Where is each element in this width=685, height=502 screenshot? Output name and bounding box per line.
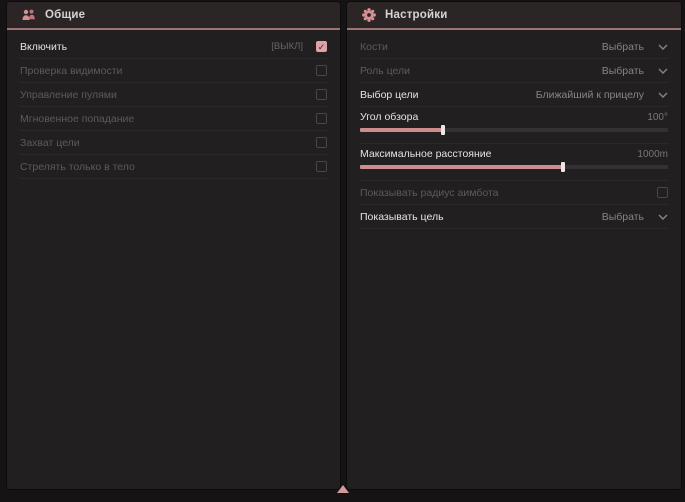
chevron-down-icon xyxy=(658,92,668,98)
row-target-selection-dropdown[interactable]: Ближайший к прицелу xyxy=(536,89,668,101)
row-fov-value: 100° xyxy=(647,112,668,123)
row-instant-hit-label: Мгновенное попадание xyxy=(20,113,134,125)
general-panel-header: Общие xyxy=(7,2,340,30)
row-show-aimbot-radius[interactable]: Показывать радиус аимбота xyxy=(359,181,669,205)
row-visibility-check[interactable]: Проверка видимости xyxy=(19,59,328,83)
row-bullet-control[interactable]: Управление пулями xyxy=(19,83,328,107)
chevron-down-icon xyxy=(658,68,668,74)
row-visibility-check-checkbox[interactable] xyxy=(316,65,327,76)
row-max-distance: Максимальное расстояние 1000m xyxy=(359,144,669,181)
row-target-selection[interactable]: Выбор цели Ближайший к прицелу xyxy=(359,83,669,107)
row-target-selection-label: Выбор цели xyxy=(360,89,419,101)
row-show-target[interactable]: Показывать цель Выбрать xyxy=(359,205,669,229)
row-max-distance-slider[interactable] xyxy=(360,165,668,169)
general-panel: Общие Включить [ВЫКЛ] ✓ Проверка видимос… xyxy=(7,2,340,489)
row-fov-label: Угол обзора xyxy=(360,111,418,123)
row-fov: Угол обзора 100° xyxy=(359,107,669,144)
people-icon xyxy=(21,9,36,22)
row-instant-hit[interactable]: Мгновенное попадание xyxy=(19,107,328,131)
row-bones-dropdown-value: Выбрать xyxy=(602,41,644,53)
row-show-target-dropdown-value: Выбрать xyxy=(602,211,644,223)
row-max-distance-slider-thumb[interactable] xyxy=(561,162,565,172)
row-bones[interactable]: Кости Выбрать xyxy=(359,35,669,59)
row-target-role-dropdown-value: Выбрать xyxy=(602,65,644,77)
settings-panel-title: Настройки xyxy=(385,9,447,21)
row-show-aimbot-radius-label: Показывать радиус аимбота xyxy=(360,187,499,199)
row-target-role[interactable]: Роль цели Выбрать xyxy=(359,59,669,83)
chevron-down-icon xyxy=(658,214,668,220)
row-fov-slider-fill xyxy=(360,128,443,132)
row-body-shots-only-label: Стрелять только в тело xyxy=(20,161,135,173)
row-fov-slider-thumb[interactable] xyxy=(441,125,445,135)
row-show-target-dropdown[interactable]: Выбрать xyxy=(602,211,668,223)
row-show-aimbot-radius-checkbox[interactable] xyxy=(657,187,668,198)
row-target-role-label: Роль цели xyxy=(360,65,410,77)
row-target-role-dropdown[interactable]: Выбрать xyxy=(602,65,668,77)
row-enable-keybind: [ВЫКЛ] xyxy=(271,41,303,52)
row-show-target-label: Показывать цель xyxy=(360,211,444,223)
row-max-distance-value: 1000m xyxy=(637,149,668,160)
row-instant-hit-checkbox[interactable] xyxy=(316,113,327,124)
gear-icon xyxy=(361,9,376,22)
row-max-distance-slider-fill xyxy=(360,165,563,169)
row-target-lock[interactable]: Захват цели xyxy=(19,131,328,155)
chevron-down-icon xyxy=(658,44,668,50)
cursor-triangle-icon xyxy=(337,485,349,493)
row-fov-slider[interactable] xyxy=(360,128,668,132)
settings-panel: Настройки Кости Выбрать Роль цели Выбрат… xyxy=(347,2,681,489)
row-visibility-check-label: Проверка видимости xyxy=(20,65,122,77)
row-enable[interactable]: Включить [ВЫКЛ] ✓ xyxy=(19,35,328,59)
general-rows: Включить [ВЫКЛ] ✓ Проверка видимости Упр… xyxy=(7,30,340,179)
row-target-lock-label: Захват цели xyxy=(20,137,80,149)
row-bones-label: Кости xyxy=(360,41,388,53)
general-panel-title: Общие xyxy=(45,9,85,21)
row-target-lock-checkbox[interactable] xyxy=(316,137,327,148)
row-enable-checkbox[interactable]: ✓ xyxy=(316,41,327,52)
row-enable-label: Включить xyxy=(20,41,67,53)
settings-panel-header: Настройки xyxy=(347,2,681,30)
row-bullet-control-label: Управление пулями xyxy=(20,89,117,101)
settings-rows: Кости Выбрать Роль цели Выбрать Выбор це… xyxy=(347,30,681,229)
row-body-shots-only-checkbox[interactable] xyxy=(316,161,327,172)
row-max-distance-label: Максимальное расстояние xyxy=(360,148,491,160)
row-body-shots-only[interactable]: Стрелять только в тело xyxy=(19,155,328,179)
row-bullet-control-checkbox[interactable] xyxy=(316,89,327,100)
row-bones-dropdown[interactable]: Выбрать xyxy=(602,41,668,53)
row-target-selection-dropdown-value: Ближайший к прицелу xyxy=(536,89,644,101)
